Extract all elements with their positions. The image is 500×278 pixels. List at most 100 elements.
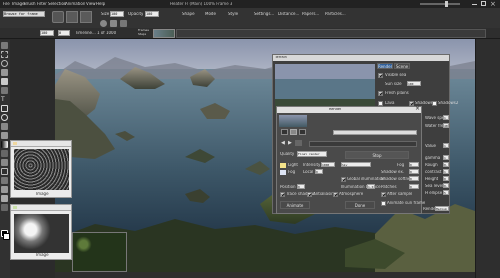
shadows2-check[interactable]	[432, 101, 437, 106]
gamma-field[interactable]: 1	[443, 155, 449, 160]
menu-filter[interactable]: Filter	[37, 2, 47, 6]
fresh-plains-check[interactable]	[378, 91, 383, 96]
after-sample-check[interactable]	[381, 192, 386, 197]
contrast-field[interactable]: 1	[443, 169, 449, 174]
quality-select[interactable]: Final render	[297, 151, 327, 157]
lower-b[interactable]: Steps	[138, 33, 146, 36]
sky-select[interactable]: Sky	[341, 162, 371, 167]
mode-label[interactable]: Mode	[205, 12, 216, 16]
view-button-2[interactable]	[290, 129, 297, 135]
done-button[interactable]: Done	[345, 201, 375, 209]
eraser-icon[interactable]	[1, 78, 8, 85]
view-button-1[interactable]	[281, 129, 288, 135]
rotation-field[interactable]: 0	[58, 30, 70, 36]
menu-view[interactable]: View	[86, 2, 96, 6]
antialiasing-check[interactable]	[307, 192, 312, 197]
select-icon[interactable]	[1, 51, 8, 58]
pen-icon[interactable]	[66, 11, 78, 23]
stop-button[interactable]: Stop	[345, 151, 409, 159]
blur-icon[interactable]	[1, 150, 8, 157]
sample-sun-check[interactable]	[381, 201, 386, 206]
trace-shadows-check[interactable]	[280, 192, 285, 197]
fog2-field[interactable]: 0	[409, 162, 419, 167]
h-ellipse-field[interactable]: 5	[443, 190, 449, 195]
local-field[interactable]: 0	[315, 169, 323, 174]
gradient-icon[interactable]	[1, 141, 8, 148]
sea-level-field[interactable]: 0.15	[443, 183, 449, 188]
shape-label[interactable]: Shape	[182, 12, 195, 16]
view-button-3[interactable]	[299, 129, 306, 135]
shadow-softness-field[interactable]: 0	[409, 176, 419, 181]
render-window[interactable]: Render × ◀ ▶ Quality Final render Stop L…	[276, 106, 425, 214]
height-field[interactable]: 0	[443, 176, 449, 181]
animate-button[interactable]: Animate	[280, 201, 310, 209]
right-scrollbar[interactable]	[475, 39, 500, 278]
slider-thumb[interactable]	[445, 1, 448, 7]
lasso-icon[interactable]	[1, 60, 8, 67]
water-freq-field[interactable]: 400	[443, 123, 449, 128]
value-field[interactable]: 1	[443, 143, 449, 148]
brush-tool-icon[interactable]	[1, 69, 8, 76]
render-size-field[interactable]: Medium	[435, 206, 449, 211]
illum-bounce-field[interactable]: 1.0	[367, 184, 375, 189]
spray-icon[interactable]	[120, 20, 127, 27]
lower-a[interactable]: Frames	[138, 29, 149, 32]
image-panel-1[interactable]: Image	[10, 140, 72, 198]
intensity-field[interactable]: 1000	[321, 162, 335, 167]
film-thumb[interactable]	[153, 29, 175, 38]
visible-sea-check[interactable]	[378, 73, 383, 78]
fill-icon[interactable]	[1, 87, 8, 94]
square-icon[interactable]	[110, 20, 117, 27]
shape-tool-icon[interactable]	[1, 105, 8, 112]
menu-image[interactable]: Image	[12, 2, 25, 6]
style-label[interactable]: Style	[228, 12, 238, 16]
smudge-icon[interactable]	[1, 177, 8, 184]
brush-icon[interactable]	[52, 11, 64, 23]
papers-label[interactable]: Papers...	[302, 12, 319, 16]
timeline-label[interactable]: Timeline...	[75, 31, 96, 35]
shadow-ex-field[interactable]: 0	[409, 169, 419, 174]
position-field[interactable]: 0	[297, 184, 305, 189]
move-icon[interactable]	[1, 42, 8, 49]
menu-selection[interactable]: Selection	[48, 2, 66, 6]
maximize-icon[interactable]	[481, 1, 486, 6]
rough-field[interactable]: 0.1	[443, 162, 449, 167]
fog-swatch[interactable]	[280, 170, 286, 175]
menu-help[interactable]: Help	[96, 2, 105, 6]
light-swatch[interactable]	[280, 163, 286, 168]
clone-icon[interactable]	[1, 159, 8, 166]
sun-size-field[interactable]: 100	[407, 81, 421, 86]
cursor-icon[interactable]	[295, 140, 302, 146]
eyedropper-icon[interactable]	[1, 132, 8, 139]
menu-animation[interactable]: Animation	[65, 2, 85, 6]
render-close-icon[interactable]: ×	[415, 106, 420, 113]
bottom-scrollbar[interactable]	[55, 272, 475, 278]
dropper-icon[interactable]	[80, 11, 92, 23]
tab-render[interactable]: Render	[377, 63, 393, 69]
frame-combo[interactable]: Browse for frame	[3, 11, 45, 17]
pattern-icon[interactable]	[1, 204, 8, 211]
slider-track[interactable]	[420, 3, 460, 5]
zoom-icon[interactable]	[1, 114, 8, 121]
crop-icon[interactable]	[1, 168, 8, 175]
zoom-field[interactable]: 100	[40, 30, 54, 36]
atmosphere-check[interactable]	[333, 192, 338, 197]
global-illum-check[interactable]	[341, 177, 346, 182]
menu-file[interactable]: File	[3, 2, 10, 6]
settings-label[interactable]: Settings...	[254, 12, 274, 16]
opacity-field[interactable]: 100	[145, 11, 159, 17]
particles-label[interactable]: Particles...	[325, 12, 346, 16]
wave-speed-field[interactable]: 1	[443, 115, 449, 120]
wand-icon[interactable]	[1, 195, 8, 202]
terrain-titlebar[interactable]: Terrain	[273, 55, 449, 61]
layer-icon[interactable]	[1, 186, 8, 193]
menu-brush[interactable]: Brush	[24, 2, 36, 6]
image-panel-2[interactable]: Image	[10, 204, 72, 260]
size-field[interactable]: 100	[110, 11, 124, 17]
patches-field[interactable]: 0	[409, 184, 419, 189]
render-titlebar[interactable]: Render ×	[277, 106, 421, 113]
bg-color-swatch[interactable]	[3, 233, 10, 240]
hand-icon[interactable]	[1, 123, 8, 130]
minimize-icon[interactable]	[472, 4, 477, 5]
distance-label[interactable]: Distance...	[278, 12, 299, 16]
